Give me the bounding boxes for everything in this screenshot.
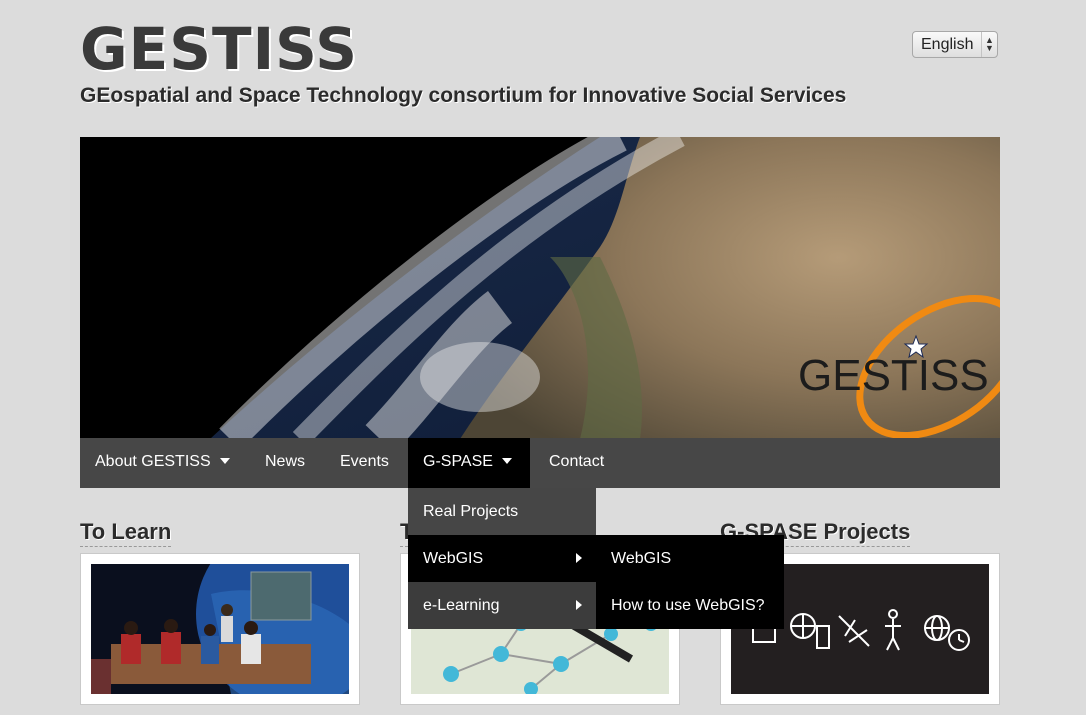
dropdown-item-real-projects[interactable]: Real Projects	[408, 488, 596, 535]
caret-right-icon	[576, 553, 582, 563]
nav-item-news[interactable]: News	[250, 438, 320, 488]
card-to-learn[interactable]	[80, 553, 360, 705]
hero-logo-text: GESTISS	[798, 351, 989, 400]
dropdown-item-label: Real Projects	[423, 503, 519, 520]
caret-down-icon	[501, 457, 512, 464]
caret-down-icon	[219, 457, 230, 464]
nav-item-label: Contact	[549, 453, 605, 470]
nav-item-about-gestiss[interactable]: About GESTISS	[80, 438, 245, 488]
dropdown-item-label: WebGIS	[423, 550, 484, 567]
submenu-item-label: WebGIS	[611, 550, 672, 567]
submenu-item-label: How to use WebGIS?	[611, 597, 765, 614]
nav-item-contact[interactable]: Contact	[534, 438, 619, 488]
select-arrows-icon: ▲ ▼	[981, 32, 997, 57]
submenu-item-webgis[interactable]: WebGIS	[596, 535, 784, 582]
g-spase-dropdown-menu: Real Projects WebGIS e-Learning	[408, 488, 596, 629]
nav-item-label: About GESTISS	[95, 453, 211, 470]
section-title-to-learn: To Learn	[80, 518, 172, 547]
nav-item-label: Events	[340, 453, 389, 470]
card-image-classroom	[91, 564, 349, 694]
hero-banner: GESTISS	[80, 137, 1000, 439]
nav-item-g-spase[interactable]: G-SPASE	[408, 438, 530, 488]
dropdown-item-label: e-Learning	[423, 597, 500, 614]
submenu-item-how-to-use-webgis[interactable]: How to use WebGIS?	[596, 582, 784, 629]
dropdown-item-e-learning[interactable]: e-Learning	[408, 582, 596, 629]
webgis-submenu: WebGIS How to use WebGIS?	[596, 535, 784, 629]
site-title: GESTISS	[80, 15, 359, 83]
dropdown-item-webgis[interactable]: WebGIS	[408, 535, 596, 582]
caret-right-icon	[576, 600, 582, 610]
site-tagline: GEospatial and Space Technology consorti…	[80, 84, 847, 107]
nav-item-events[interactable]: Events	[325, 438, 404, 488]
earth-from-space-image: GESTISS	[80, 137, 1000, 439]
language-select-value: English	[921, 36, 974, 53]
language-select[interactable]: English ▲ ▼	[912, 31, 998, 58]
nav-item-label: News	[265, 453, 306, 470]
main-navbar: About GESTISS News Events G-SPASE Contac…	[80, 438, 1000, 488]
nav-item-label: G-SPASE	[423, 453, 493, 470]
